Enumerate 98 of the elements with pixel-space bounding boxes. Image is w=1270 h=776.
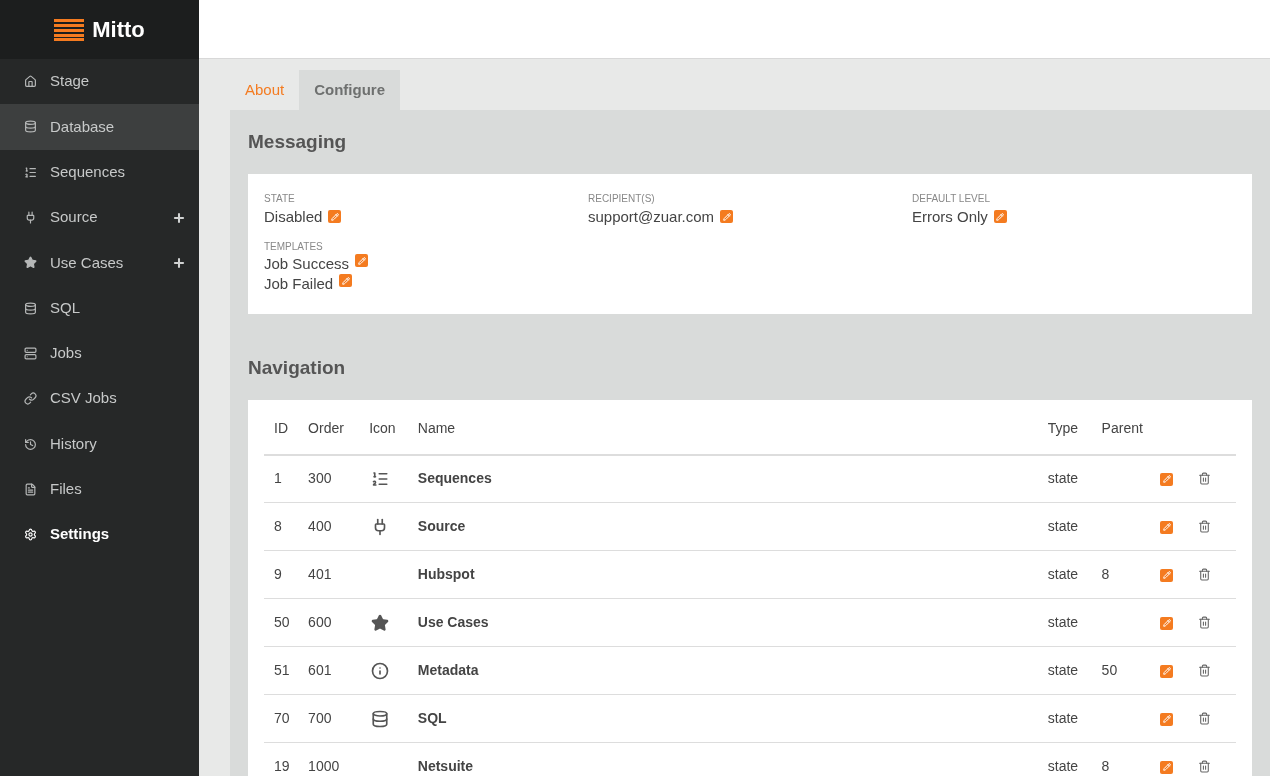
add-icon[interactable] [172, 255, 186, 270]
column-header: Icon [359, 417, 408, 455]
table-cell: state [1037, 646, 1092, 695]
table-cell: 600 [298, 598, 360, 647]
table-cell: state [1037, 598, 1092, 647]
table-cell: 9 [264, 550, 299, 599]
table-cell: 700 [298, 694, 360, 743]
link-icon [24, 392, 37, 406]
edit-button[interactable] [1160, 568, 1173, 582]
star-icon [371, 613, 390, 632]
table-cell: 1 [264, 454, 299, 503]
field-label: DEFAULT LEVEL [912, 191, 991, 206]
table-cell: 400 [298, 502, 360, 551]
column-header: Order [298, 417, 360, 455]
delete-icon[interactable] [1198, 760, 1211, 773]
table-cell: 8 [1101, 566, 1110, 582]
table-cell: 1000 [298, 742, 360, 776]
sidebar-item[interactable]: Source [0, 194, 199, 241]
plug-icon [24, 211, 37, 225]
edit-button[interactable] [1160, 760, 1173, 774]
home-icon [24, 75, 37, 89]
field-value: Disabled [264, 206, 323, 227]
sidebar-item[interactable]: Jobs [0, 330, 199, 377]
table-cell: state [1037, 550, 1092, 599]
table-cell: Sequences [407, 454, 1038, 503]
tab[interactable]: Configure [299, 70, 401, 110]
sidebar-item[interactable]: Files [0, 466, 199, 512]
table-cell: Netsuite [407, 742, 1038, 776]
table-cell: SQL [407, 694, 1038, 743]
server-icon [24, 346, 37, 360]
delete-icon[interactable] [1198, 616, 1211, 629]
numbered-list-icon [371, 469, 390, 488]
sidebar-item[interactable]: Database [0, 104, 199, 150]
sidebar-item[interactable]: CSV Jobs [0, 376, 199, 422]
field-label: STATE [264, 191, 296, 206]
delete-icon[interactable] [1198, 520, 1211, 533]
delete-icon[interactable] [1198, 472, 1211, 486]
template-name: Job Success [264, 254, 350, 274]
column-header: ID [264, 417, 299, 455]
sidebar-item[interactable]: Sequences [0, 149, 199, 195]
table-cell: state [1037, 454, 1092, 503]
table-cell: Hubspot [407, 550, 1038, 599]
database-icon [24, 301, 37, 315]
table-cell: state [1037, 502, 1092, 551]
table-cell: 51 [264, 646, 299, 695]
table-cell: 50 [1101, 662, 1118, 678]
table-cell: 19 [264, 742, 299, 776]
delete-icon[interactable] [1198, 712, 1211, 725]
delete-icon[interactable] [1198, 664, 1211, 677]
numbered-list-icon [24, 165, 37, 179]
column-header: Parent [1091, 417, 1160, 455]
section-title: Navigation [248, 356, 347, 380]
edit-button[interactable] [1160, 472, 1173, 486]
edit-button[interactable] [1160, 664, 1173, 678]
edit-button[interactable] [339, 274, 353, 287]
table-cell: Metadata [407, 646, 1038, 695]
column-header: Type [1037, 417, 1092, 455]
file-icon [24, 482, 37, 496]
info-icon [371, 661, 390, 680]
history-icon [24, 437, 37, 451]
field-label: TEMPLATES [264, 240, 324, 254]
field-label: RECIPIENT(S) [588, 191, 656, 206]
edit-button[interactable] [355, 254, 369, 267]
sidebar-item[interactable]: SQL [0, 285, 199, 331]
table-cell: 401 [298, 550, 360, 599]
table-cell: state [1037, 694, 1092, 743]
sidebar-item[interactable]: Settings [0, 511, 199, 558]
edit-button[interactable] [1160, 616, 1173, 630]
table-cell: Use Cases [407, 598, 1038, 647]
table-cell: state [1037, 742, 1092, 776]
brand-name: Mitto [92, 16, 145, 44]
table-cell: 8 [264, 502, 299, 551]
edit-button[interactable] [993, 210, 1007, 224]
table-cell: 601 [298, 646, 360, 695]
field-value: Errors Only [912, 206, 988, 227]
delete-icon[interactable] [1198, 568, 1211, 581]
table-cell: Source [407, 502, 1038, 551]
table-cell: 300 [298, 454, 360, 503]
logo-icon [54, 18, 85, 41]
template-name: Job Failed [264, 274, 334, 294]
edit-button[interactable] [1160, 712, 1173, 726]
database-icon [371, 709, 390, 728]
table-cell: 50 [264, 598, 299, 647]
table-cell: 8 [1101, 758, 1110, 774]
sidebar-item[interactable]: Use Cases [0, 240, 199, 286]
database-icon [24, 120, 37, 134]
star-icon [24, 256, 37, 270]
table-cell: 70 [264, 694, 299, 743]
edit-button[interactable] [328, 210, 342, 224]
sidebar-item[interactable]: Stage [0, 59, 199, 105]
field-value: support@zuar.com [588, 206, 715, 227]
sidebar-item[interactable]: History [0, 421, 199, 467]
add-icon[interactable] [172, 210, 186, 225]
settings-icon [24, 528, 37, 542]
section-title: Messaging [248, 130, 348, 154]
edit-button[interactable] [720, 210, 734, 224]
column-header: Name [407, 417, 1038, 455]
edit-button[interactable] [1160, 520, 1173, 534]
